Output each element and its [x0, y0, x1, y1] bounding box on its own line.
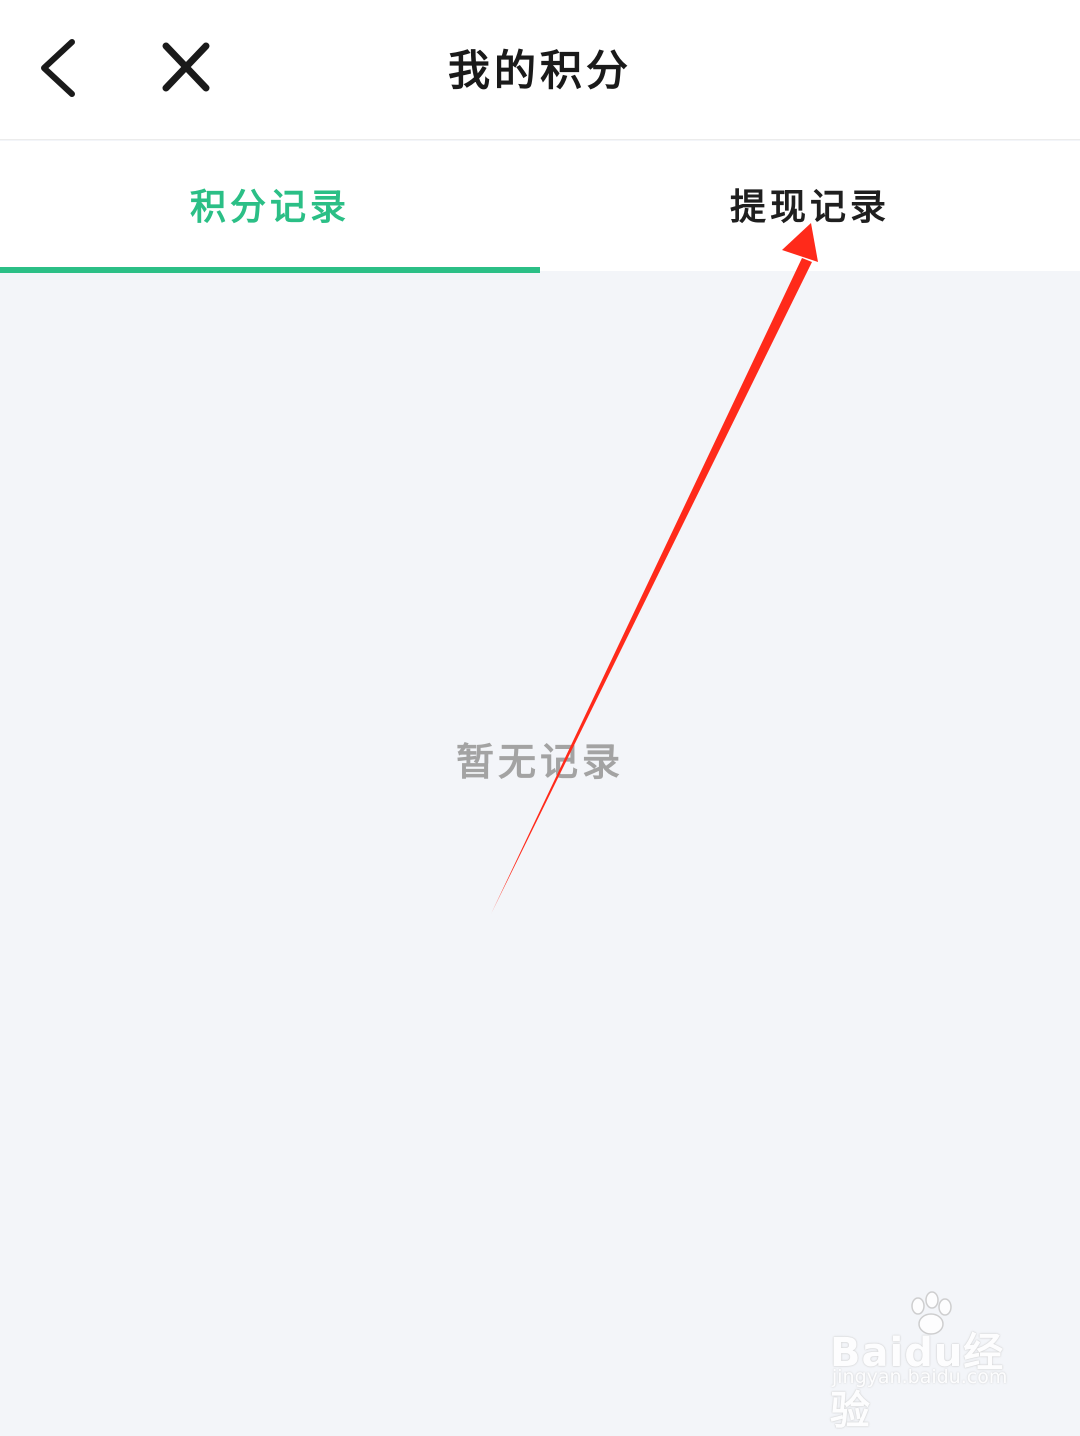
navigation-bar: 我的积分 [0, 0, 1080, 140]
tab-bar: 积分记录 提现记录 [0, 141, 1080, 273]
empty-state-text: 暂无记录 [455, 739, 624, 784]
active-tab-indicator [0, 267, 540, 273]
arrow-shaft [491, 258, 812, 914]
close-button[interactable] [150, 30, 226, 106]
tab-label: 提现记录 [729, 186, 890, 228]
watermark-url: jingyan.baidu.com [832, 1366, 1008, 1388]
tab-withdrawal-record[interactable]: 提现记录 [540, 141, 1080, 271]
tab-label: 积分记录 [189, 186, 350, 228]
tab-points-record[interactable]: 积分记录 [0, 141, 540, 273]
baidu-jingyan-watermark: Baidu经验 jingyan.baidu.com [820, 1290, 1040, 1434]
close-icon [162, 42, 210, 92]
page-title: 我的积分 [447, 46, 632, 95]
chevron-left-icon [41, 39, 75, 97]
back-button[interactable] [28, 30, 98, 106]
